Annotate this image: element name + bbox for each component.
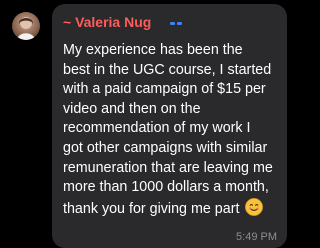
message-line: My experience has been the [63,42,243,58]
message-bubble[interactable]: ~ Valeria Nug My experience has been the… [52,4,287,248]
message-text: My experience has been the best in the U… [63,41,283,222]
message-timestamp: 5:49 PM [236,231,277,243]
sender-name-fade [148,12,188,30]
message-line: thank you for giving me part [63,200,240,217]
message-line: best in the UGC course, I started [63,61,272,78]
smiling-face-icon [245,197,264,223]
sender-name-overflow [170,22,182,25]
message-line: with a paid campaign of $15 per [63,81,266,98]
avatar[interactable] [12,12,40,40]
message-line: remuneration that are leaving me [63,159,273,176]
avatar-photo [17,17,35,40]
message-line: got other campaigns with similar [63,139,268,156]
message-line-last: thank you for giving me part [63,197,283,223]
message-line: video and then on the [63,100,201,117]
message-line: more than 1000 dollars a month, [63,179,269,196]
message-line: recommendation of my work I [63,120,251,137]
